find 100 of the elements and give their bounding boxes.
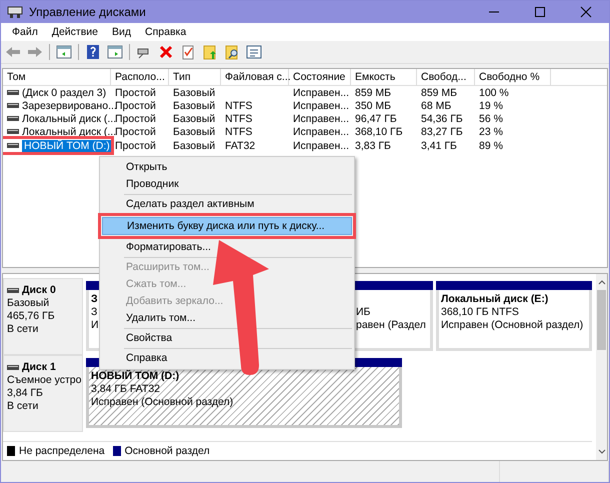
partition-text: З (91, 306, 98, 319)
table-cell: Простой (115, 140, 156, 152)
table-cell: 859 МБ (421, 86, 458, 98)
volume-icon (7, 103, 19, 108)
scroll-down-icon[interactable] (596, 448, 606, 456)
legend-label: Основной раздел (124, 445, 210, 457)
table-cell: 350 МБ (355, 100, 392, 112)
table-cell: 54,36 ГБ (421, 112, 463, 124)
console-tree-icon[interactable] (56, 44, 72, 60)
table-cell: 23 % (479, 126, 503, 138)
table-cell: Базовый (173, 86, 216, 98)
disk-drive-icon (7, 5, 23, 19)
partition-text: 3,84 ГБ FAT32 (91, 383, 160, 396)
table-cell: Исправен... (293, 126, 350, 138)
disk-icon (7, 365, 19, 370)
volume-icon (7, 90, 19, 95)
menu-item[interactable]: Справка (102, 350, 352, 367)
volume-icon (7, 143, 19, 148)
forward-icon[interactable] (27, 44, 43, 60)
table-cell: NTFS (225, 112, 252, 124)
table-cell: NTFS (225, 126, 252, 138)
column-header[interactable]: Состояние (289, 69, 351, 85)
table-cell: 68 МБ (421, 100, 452, 112)
disk-status: В сети (7, 400, 40, 413)
column-header[interactable]: Свобод... (417, 69, 475, 85)
window-title: Управление дисками (29, 5, 146, 19)
menu-item[interactable]: Свойства (102, 330, 352, 347)
partition-text: И (91, 319, 99, 332)
column-header[interactable]: Свободно % (475, 69, 551, 85)
menu-item[interactable]: Справка (138, 26, 194, 38)
partition-title: З (91, 293, 98, 306)
table-cell: Локальный диск (... (22, 112, 116, 124)
volume-icon (7, 129, 19, 134)
table-cell: 89 % (479, 140, 503, 152)
partition-text: равен (Раздел (356, 319, 426, 332)
table-cell: Простой (115, 100, 156, 112)
table-cell: 3,83 ГБ (355, 140, 391, 152)
table-cell: 19 % (479, 100, 503, 112)
scrollbar-thumb[interactable] (597, 290, 606, 350)
table-cell: 100 % (479, 86, 509, 98)
delete-icon[interactable] (158, 44, 174, 60)
list-icon[interactable] (246, 44, 262, 60)
column-header[interactable]: Том (3, 69, 111, 85)
disk-name: Диск 0 (22, 284, 56, 297)
partition-text: Исправен (Основной раздел) (441, 319, 584, 332)
disk-size: 3,84 ГБ (7, 387, 44, 400)
partition-text: ИБ (356, 306, 370, 319)
table-cell: 859 МБ (355, 86, 392, 98)
column-header[interactable]: Емкость (351, 69, 417, 85)
table-cell: Исправен... (293, 140, 350, 152)
column-header[interactable]: Тип (169, 69, 221, 85)
table-cell: 96,47 ГБ (355, 112, 397, 124)
help-icon[interactable] (85, 44, 101, 60)
back-icon[interactable] (5, 44, 21, 60)
disk-size: 465,76 ГБ (7, 310, 56, 323)
table-cell: Исправен... (293, 100, 350, 112)
disk-icon (7, 288, 19, 293)
disk-name: Диск 1 (22, 361, 56, 374)
partition-text: Исправен (Основной раздел) (91, 396, 234, 409)
partition-title: Локальный диск (E:) (441, 293, 548, 306)
scroll-up-icon[interactable] (596, 278, 606, 286)
volume-icon (7, 116, 19, 121)
table-cell: 3,41 ГБ (421, 140, 457, 152)
table-cell: 56 % (479, 112, 503, 124)
table-cell: Базовый (173, 112, 216, 124)
folder-up-icon[interactable] (202, 44, 218, 60)
disk-type: Съемное устро (7, 374, 81, 387)
table-cell: 83,27 ГБ (421, 126, 463, 138)
disk-type: Базовый (7, 297, 50, 310)
table-cell: 368,10 ГБ (355, 126, 403, 138)
disk-status: В сети (7, 323, 40, 336)
menu-item[interactable]: Открыть (102, 159, 352, 176)
partition-text: 368,10 ГБ NTFS (441, 306, 519, 319)
partition-title: НОВЫЙ ТОМ (D:) (91, 370, 180, 383)
table-cell: Зарезервировано... (22, 100, 117, 112)
menu-item[interactable]: Сделать раздел активным (102, 196, 352, 213)
menu-item[interactable]: Действие (44, 26, 105, 38)
table-cell: Исправен... (293, 112, 350, 124)
checklist-icon[interactable] (180, 44, 196, 60)
menu-item[interactable]: Форматировать... (102, 239, 352, 256)
table-cell: Простой (115, 112, 156, 124)
table-cell: Простой (115, 86, 156, 98)
table-cell: FAT32 (225, 140, 256, 152)
table-cell: Базовый (173, 140, 216, 152)
menu-item[interactable]: Удалить том... (102, 310, 352, 327)
legend-label: Не распределена (19, 445, 105, 457)
column-header[interactable]: Файловая с... (221, 69, 289, 85)
table-cell: Базовый (173, 100, 216, 112)
table-cell: Базовый (173, 126, 216, 138)
pane-icon[interactable] (107, 44, 123, 60)
column-header[interactable]: Располо... (111, 69, 169, 85)
table-cell: NTFS (225, 100, 252, 112)
menu-item[interactable]: Проводник (102, 176, 352, 193)
menu-item[interactable]: Вид (105, 26, 138, 38)
table-cell: Исправен... (293, 86, 350, 98)
table-cell: Простой (115, 126, 156, 138)
folder-search-icon[interactable] (224, 44, 240, 60)
table-cell: (Диск 0 раздел 3) (22, 86, 106, 98)
table-cell: НОВЫЙ ТОМ (D:) (22, 140, 112, 152)
menu-item[interactable]: Файл (5, 26, 45, 38)
